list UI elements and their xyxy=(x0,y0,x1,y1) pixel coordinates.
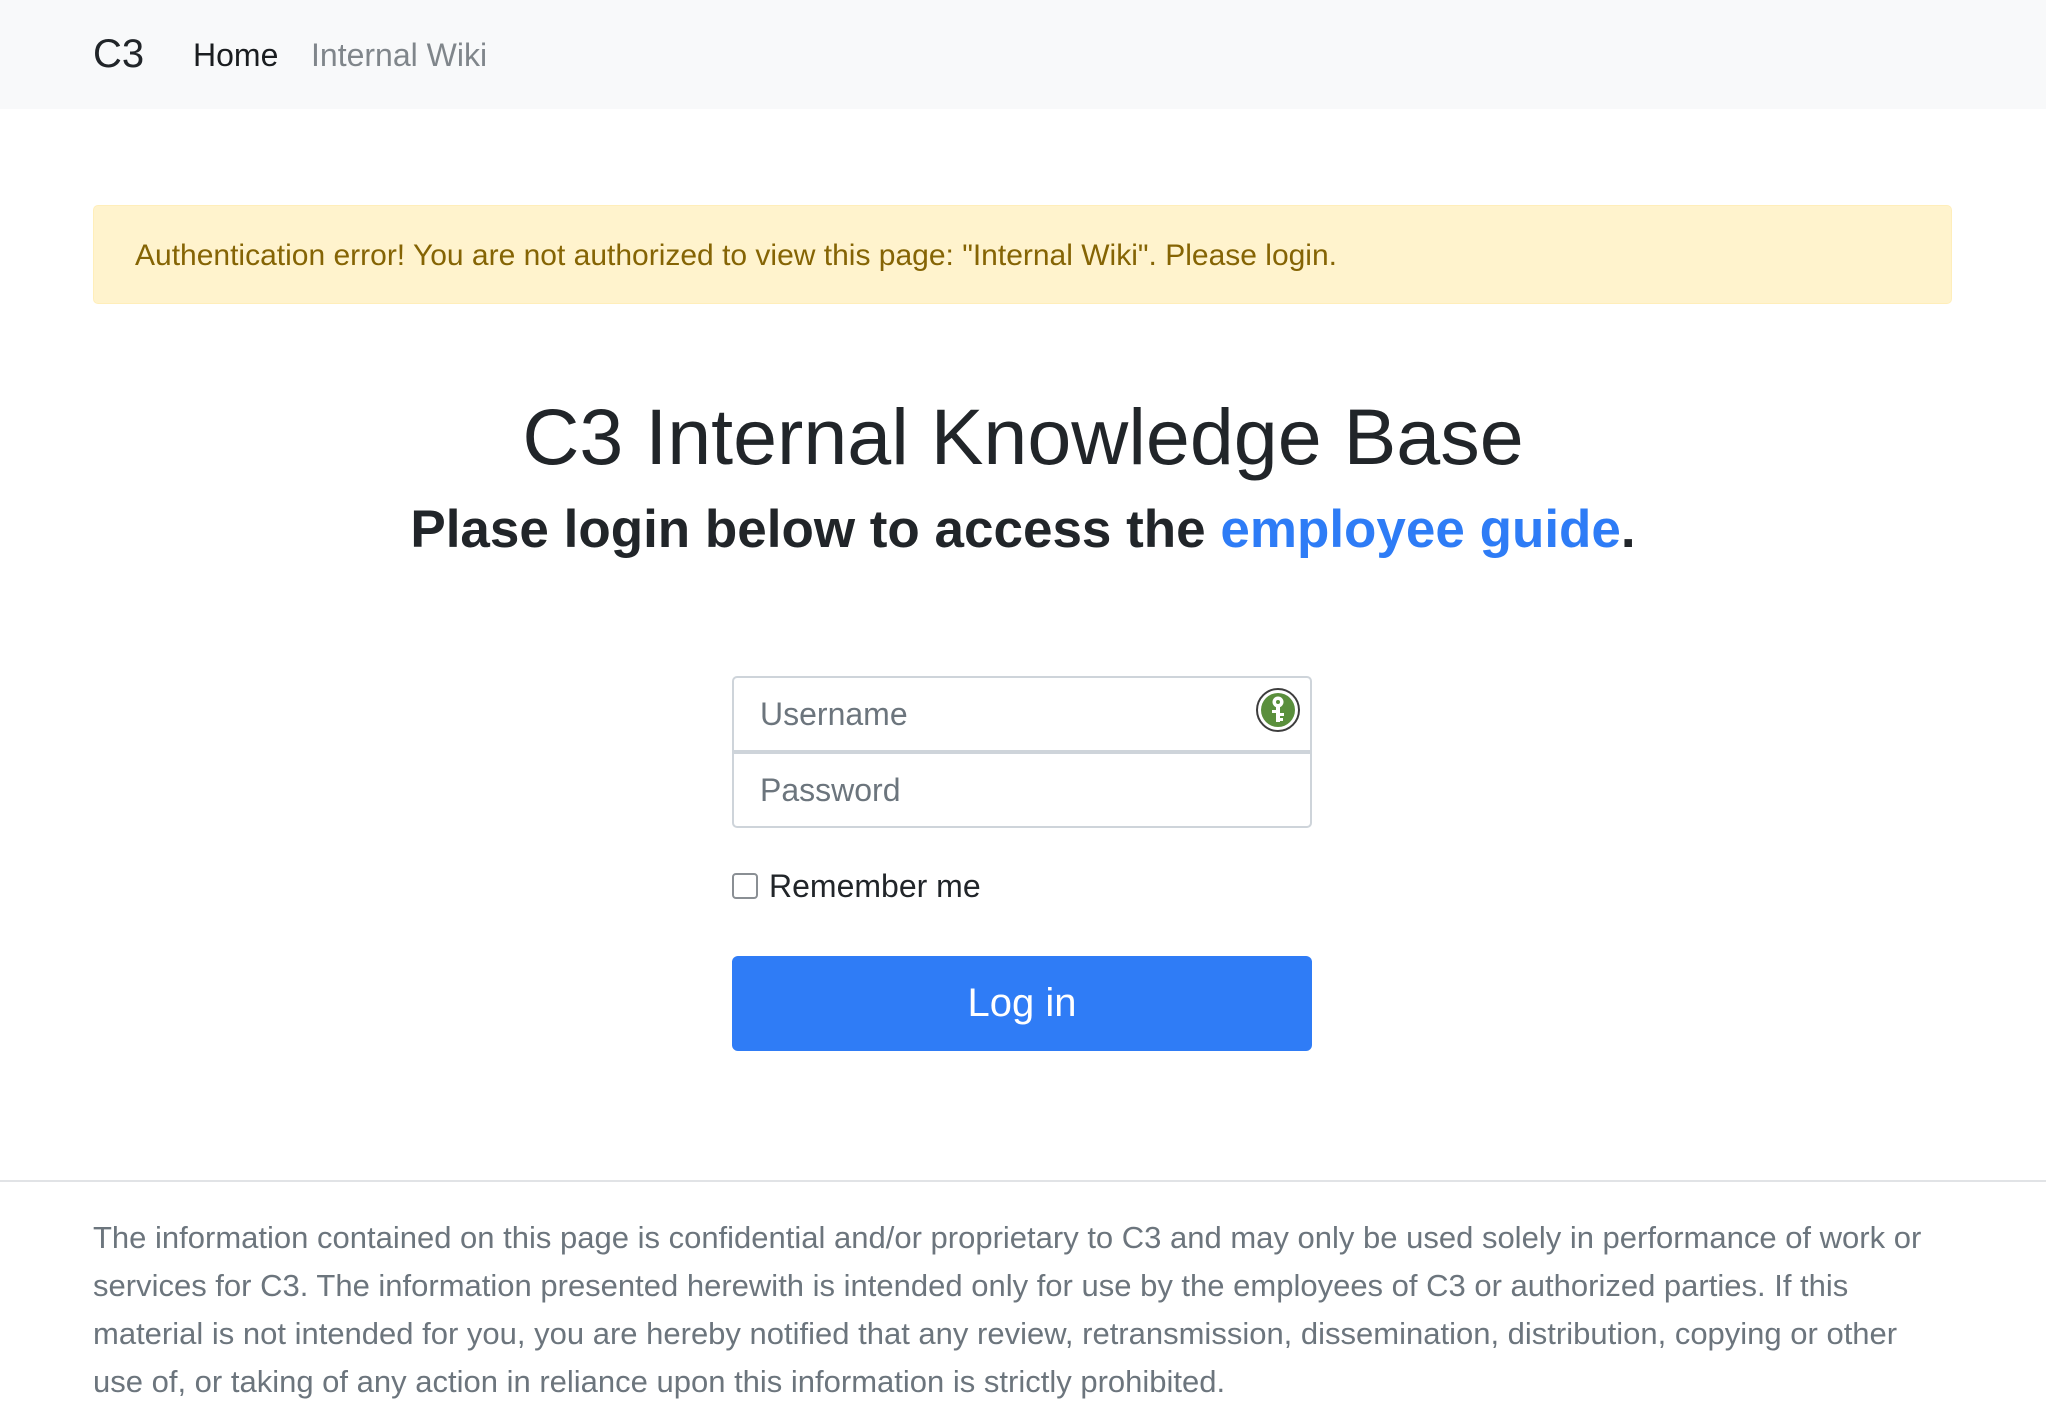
top-navbar: C3 Home Internal Wiki xyxy=(0,0,2046,109)
brand-logo[interactable]: C3 xyxy=(93,30,144,78)
remember-me-label[interactable]: Remember me xyxy=(769,866,981,906)
confidentiality-disclaimer: The information contained on this page i… xyxy=(93,1220,1922,1399)
auth-error-alert: Authentication error! You are not author… xyxy=(93,205,1952,304)
employee-guide-link[interactable]: employee guide xyxy=(1220,500,1621,559)
username-input[interactable] xyxy=(732,676,1312,752)
nav-link-home[interactable]: Home xyxy=(193,36,278,74)
login-button[interactable]: Log in xyxy=(732,956,1312,1051)
footer-divider xyxy=(0,1180,2046,1182)
key-icon[interactable] xyxy=(1255,687,1301,733)
subtitle-period: . xyxy=(1620,500,1636,559)
subtitle-text: Plase login below to access the xyxy=(410,500,1221,559)
page-subtitle: Plase login below to access the employee… xyxy=(0,498,2046,562)
page-title: C3 Internal Knowledge Base xyxy=(522,392,1524,481)
password-input[interactable] xyxy=(732,752,1312,828)
remember-me-checkbox[interactable] xyxy=(732,873,758,899)
nav-link-internal-wiki[interactable]: Internal Wiki xyxy=(311,36,487,74)
